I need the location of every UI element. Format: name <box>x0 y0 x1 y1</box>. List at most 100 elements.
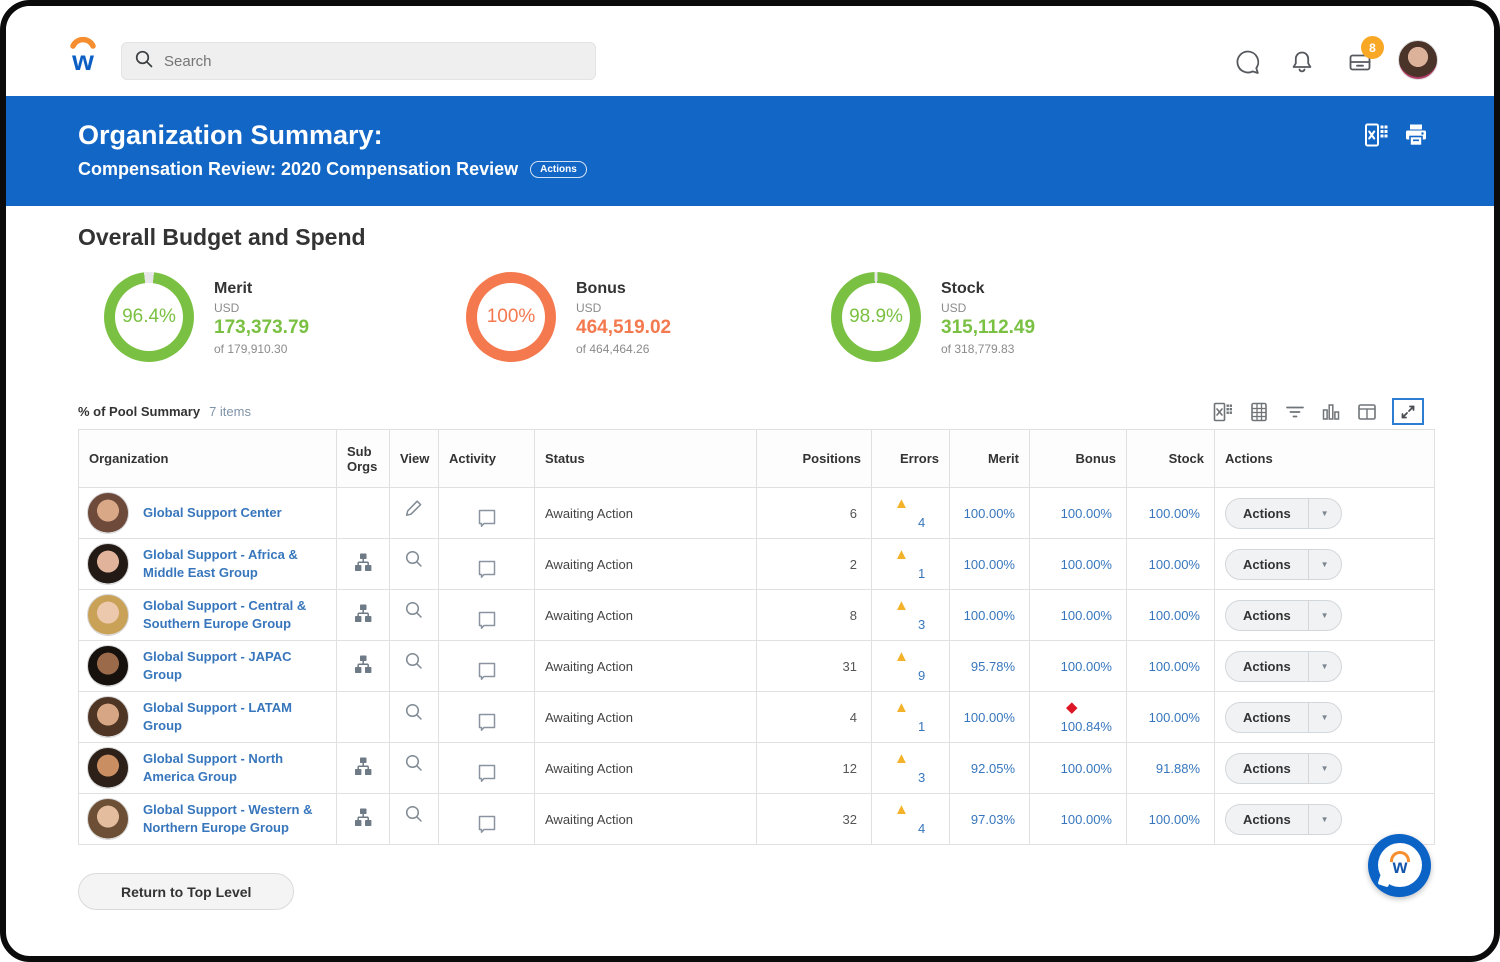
stock-percent-link[interactable]: 100.00% <box>1149 506 1200 521</box>
chevron-down-icon[interactable]: ▼ <box>1309 815 1341 824</box>
org-link[interactable]: Global Support - North America Group <box>143 750 326 785</box>
positions-cell: 31 <box>757 641 872 692</box>
bonus-percent: 100% <box>466 272 556 362</box>
stock-percent-link[interactable]: 100.00% <box>1149 659 1200 674</box>
row-actions-button[interactable]: Actions▼ <box>1225 651 1342 682</box>
export-excel-icon[interactable] <box>1212 401 1234 423</box>
errors-count-link[interactable]: 1 <box>918 566 925 581</box>
chat-icon[interactable] <box>1234 48 1262 76</box>
stock-percent-link[interactable]: 100.00% <box>1149 557 1200 572</box>
search-input[interactable] <box>164 53 583 70</box>
errors-count-link[interactable]: 4 <box>918 821 925 836</box>
view-search-icon[interactable] <box>403 803 425 828</box>
view-search-icon[interactable] <box>403 599 425 624</box>
table-row: Global Support - North America GroupAwai… <box>79 743 1435 794</box>
stock-percent: 98.9% <box>831 272 921 362</box>
search-bar[interactable] <box>121 42 596 80</box>
columns-icon[interactable] <box>1356 401 1378 423</box>
stock-percent-link[interactable]: 100.00% <box>1149 710 1200 725</box>
row-actions-button[interactable]: Actions▼ <box>1225 702 1342 733</box>
row-actions-button[interactable]: Actions▼ <box>1225 600 1342 631</box>
status-cell: Awaiting Action <box>535 590 757 641</box>
notifications-bell-icon[interactable] <box>1288 48 1316 76</box>
sub-orgs-icon[interactable] <box>351 806 375 833</box>
sub-orgs-icon[interactable] <box>351 602 375 629</box>
edit-icon[interactable] <box>403 497 425 522</box>
expand-table-icon[interactable] <box>1392 398 1424 425</box>
filter-icon[interactable] <box>1284 401 1306 423</box>
header-actions-pill[interactable]: Actions <box>530 161 587 178</box>
activity-comment-icon[interactable] <box>474 760 500 789</box>
view-search-icon[interactable] <box>403 701 425 726</box>
export-excel-icon[interactable] <box>1362 121 1390 149</box>
user-avatar[interactable] <box>1398 40 1438 80</box>
org-link[interactable]: Global Support - JAPAC Group <box>143 648 326 683</box>
org-link[interactable]: Global Support Center <box>143 504 282 522</box>
errors-count-link[interactable]: 1 <box>918 719 925 734</box>
search-icon <box>134 49 154 74</box>
row-actions-button[interactable]: Actions▼ <box>1225 753 1342 784</box>
chevron-down-icon[interactable]: ▼ <box>1309 509 1341 518</box>
merit-percent-link[interactable]: 100.00% <box>964 608 1015 623</box>
activity-comment-icon[interactable] <box>474 658 500 687</box>
stock-percent-link[interactable]: 100.00% <box>1149 608 1200 623</box>
activity-comment-icon[interactable] <box>474 505 500 534</box>
org-link[interactable]: Global Support - Western & Northern Euro… <box>143 801 326 836</box>
org-avatar <box>87 798 129 840</box>
bonus-percent-link[interactable]: 100.00% <box>1061 608 1112 623</box>
warning-icon: ▲ <box>894 599 909 613</box>
bonus-percent-link[interactable]: 100.00% <box>1061 506 1112 521</box>
errors-count-link[interactable]: 4 <box>918 515 925 530</box>
inbox-icon[interactable]: 8 <box>1346 48 1374 76</box>
bonus-percent-link[interactable]: 100.00% <box>1061 812 1112 827</box>
chart-icon[interactable] <box>1320 401 1342 423</box>
activity-comment-icon[interactable] <box>474 811 500 840</box>
grid-view-icon[interactable] <box>1248 401 1270 423</box>
activity-comment-icon[interactable] <box>474 709 500 738</box>
row-actions-button[interactable]: Actions▼ <box>1225 498 1342 529</box>
chevron-down-icon[interactable]: ▼ <box>1309 662 1341 671</box>
errors-count-link[interactable]: 3 <box>918 770 925 785</box>
workday-assistant-button[interactable]: w <box>1368 834 1431 897</box>
chevron-down-icon[interactable]: ▼ <box>1309 713 1341 722</box>
merit-percent-link[interactable]: 95.78% <box>971 659 1015 674</box>
return-to-top-level-button[interactable]: Return to Top Level <box>78 873 294 910</box>
org-link[interactable]: Global Support - LATAM Group <box>143 699 326 734</box>
col-sub-orgs: Sub Orgs <box>337 430 390 488</box>
merit-percent-link[interactable]: 100.00% <box>964 710 1015 725</box>
row-actions-button[interactable]: Actions▼ <box>1225 549 1342 580</box>
org-link[interactable]: Global Support - Central & Southern Euro… <box>143 597 326 632</box>
merit-percent-link[interactable]: 92.05% <box>971 761 1015 776</box>
sub-orgs-icon[interactable] <box>351 653 375 680</box>
activity-comment-icon[interactable] <box>474 607 500 636</box>
sub-orgs-icon[interactable] <box>351 755 375 782</box>
view-search-icon[interactable] <box>403 650 425 675</box>
positions-cell: 6 <box>757 488 872 539</box>
sub-orgs-icon[interactable] <box>351 551 375 578</box>
merit-percent-link[interactable]: 100.00% <box>964 506 1015 521</box>
chevron-down-icon[interactable]: ▼ <box>1309 611 1341 620</box>
view-search-icon[interactable] <box>403 752 425 777</box>
activity-comment-icon[interactable] <box>474 556 500 585</box>
bonus-percent-link[interactable]: 100.84% <box>1061 719 1112 734</box>
view-search-icon[interactable] <box>403 548 425 573</box>
org-link[interactable]: Global Support - Africa & Middle East Gr… <box>143 546 326 581</box>
bonus-percent-link[interactable]: 100.00% <box>1061 659 1112 674</box>
pool-table-body: Global Support Center Awaiting Action6 ▲ 4 1… <box>79 488 1435 845</box>
bonus-percent-link[interactable]: 100.00% <box>1061 761 1112 776</box>
print-icon[interactable] <box>1402 121 1430 149</box>
merit-percent-link[interactable]: 97.03% <box>971 812 1015 827</box>
stat-of-total: of 179,910.30 <box>214 342 309 356</box>
merit-percent-link[interactable]: 100.00% <box>964 557 1015 572</box>
stock-percent-link[interactable]: 100.00% <box>1149 812 1200 827</box>
errors-count-link[interactable]: 9 <box>918 668 925 683</box>
stock-donut-chart: 98.9% <box>831 272 921 362</box>
row-actions-button[interactable]: Actions▼ <box>1225 804 1342 835</box>
errors-count-link[interactable]: 3 <box>918 617 925 632</box>
chevron-down-icon[interactable]: ▼ <box>1309 560 1341 569</box>
stat-name: Stock <box>941 280 1035 298</box>
chevron-down-icon[interactable]: ▼ <box>1309 764 1341 773</box>
stock-percent-link[interactable]: 91.88% <box>1156 761 1200 776</box>
bonus-percent-link[interactable]: 100.00% <box>1061 557 1112 572</box>
workday-logo-icon[interactable]: w <box>64 30 102 79</box>
